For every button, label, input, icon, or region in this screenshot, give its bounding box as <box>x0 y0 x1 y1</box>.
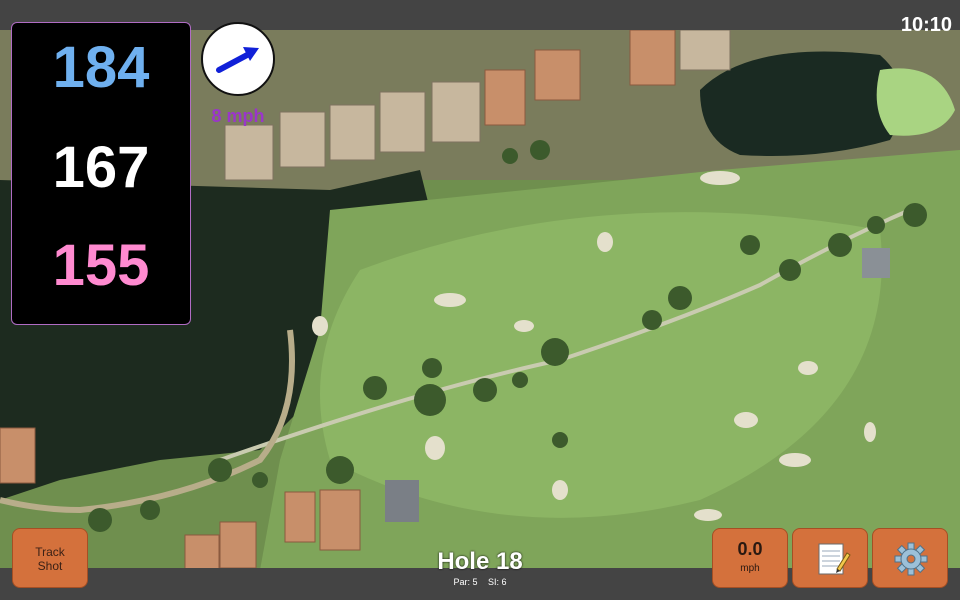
notes-button[interactable] <box>792 528 868 588</box>
middle-yardage: 167 <box>52 135 150 200</box>
back-yardage: 184 <box>52 35 150 100</box>
speed-unit: mph <box>740 563 760 574</box>
settings-button[interactable] <box>872 528 948 588</box>
golf-gps-screen: 10:10 184 167 155 8 mph Track Shot Hole … <box>0 0 960 600</box>
wind-indicator <box>201 22 275 96</box>
hole-stroke-index: SI: 6 <box>488 577 507 587</box>
hole-title: Hole 18 <box>437 548 523 575</box>
track-shot-button[interactable]: Track Shot <box>12 528 88 588</box>
speed-button[interactable]: 0.0 mph <box>712 528 788 588</box>
arrow-icon <box>216 47 259 73</box>
track-shot-label-1: Track <box>35 545 65 559</box>
front-yardage: 155 <box>52 233 150 298</box>
hole-par: Par: 5 <box>453 577 478 587</box>
hole-info: Par: 5 SI: 6 <box>400 577 560 587</box>
notepad-icon <box>818 543 851 575</box>
status-clock: 10:10 <box>900 14 952 36</box>
yardage-panel: 184 167 155 <box>11 22 191 325</box>
track-shot-label-2: Shot <box>37 559 63 573</box>
wind-speed: 8 mph <box>211 106 265 126</box>
speed-value: 0.0 <box>737 539 763 559</box>
gear-icon <box>894 542 928 576</box>
